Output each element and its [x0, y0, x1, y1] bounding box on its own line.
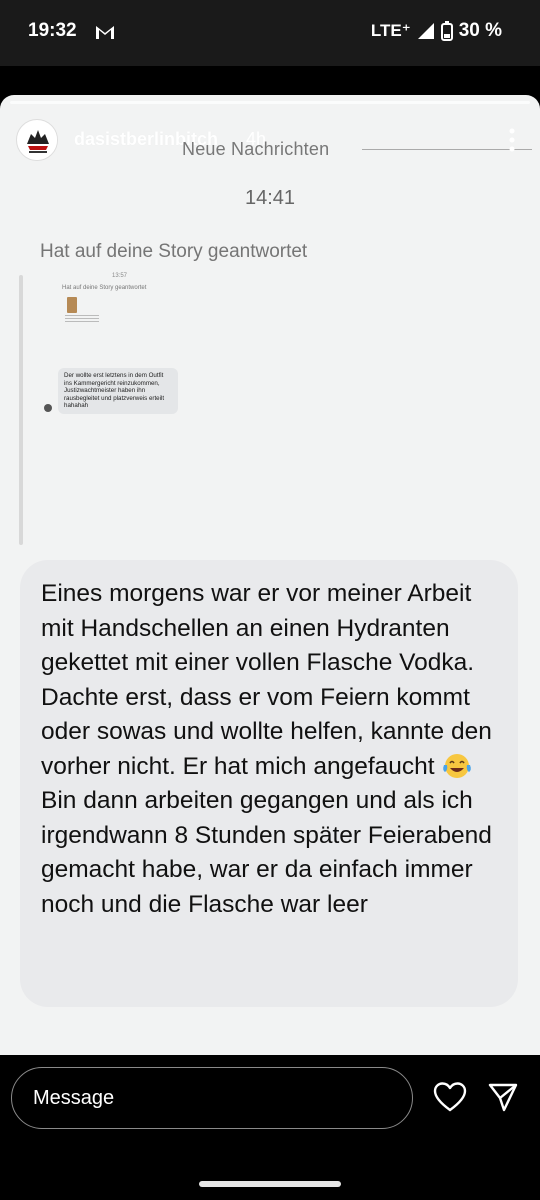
nested-story-thumbnail: [67, 297, 77, 313]
status-bar: 19:32 LTE⁺ 30 %: [0, 0, 540, 66]
message-input-placeholder: Message: [33, 1087, 115, 1109]
new-messages-divider-label: Neue Nachrichten: [182, 139, 330, 159]
tears-of-joy-emoji-icon: [443, 753, 472, 778]
nested-timestamp: 13:57: [112, 273, 128, 279]
reply-bar: Message: [0, 1055, 540, 1200]
story-card[interactable]: dasistberlinbitch 4h Neue Nachrichten 14…: [0, 95, 540, 1055]
story-progress-bar: [10, 101, 530, 104]
message-text: Eines morgens war er vor meiner Arbeit m…: [41, 577, 498, 922]
home-indicator[interactable]: [199, 1181, 341, 1187]
network-indicator: LTE⁺: [370, 21, 411, 40]
clock: 19:32: [28, 20, 77, 41]
nested-message-bubble: Der wollte erst letztens in dem Outfit i…: [58, 368, 178, 414]
status-icons: LTE⁺ 30 %: [371, 20, 502, 42]
signal-icon: [417, 23, 434, 39]
battery-icon: [440, 21, 453, 41]
story-header: dasistberlinbitch 4h Neue Nachrichten: [0, 113, 540, 173]
story-reply-label: Hat auf deine Story geantwortet: [40, 241, 308, 262]
message-input[interactable]: Message: [11, 1067, 413, 1129]
gmail-icon: [96, 26, 114, 39]
send-icon[interactable]: [487, 1081, 519, 1113]
battery-percent: 30 %: [458, 20, 502, 41]
message-text-part1: Eines morgens war er vor meiner Arbeit m…: [41, 580, 499, 780]
nested-thumbnail-caption: [65, 315, 99, 327]
nested-reply-label: Hat auf deine Story geantwortet: [62, 285, 147, 291]
message-text-part2: Bin dann arbeiten gegangen und als ich i…: [41, 787, 492, 918]
account-logo-icon: [18, 121, 57, 160]
heart-icon[interactable]: [433, 1081, 467, 1113]
message-bubble: Eines morgens war er vor meiner Arbeit m…: [20, 560, 518, 1007]
message-timestamp: 14:41: [244, 187, 296, 209]
nested-screenshot: 13:57 Hat auf deine Story geantwortet De…: [40, 270, 190, 530]
avatar[interactable]: [16, 119, 58, 161]
nested-avatar: [44, 404, 52, 412]
more-options-icon[interactable]: [505, 125, 519, 155]
quote-bar: [19, 275, 23, 545]
